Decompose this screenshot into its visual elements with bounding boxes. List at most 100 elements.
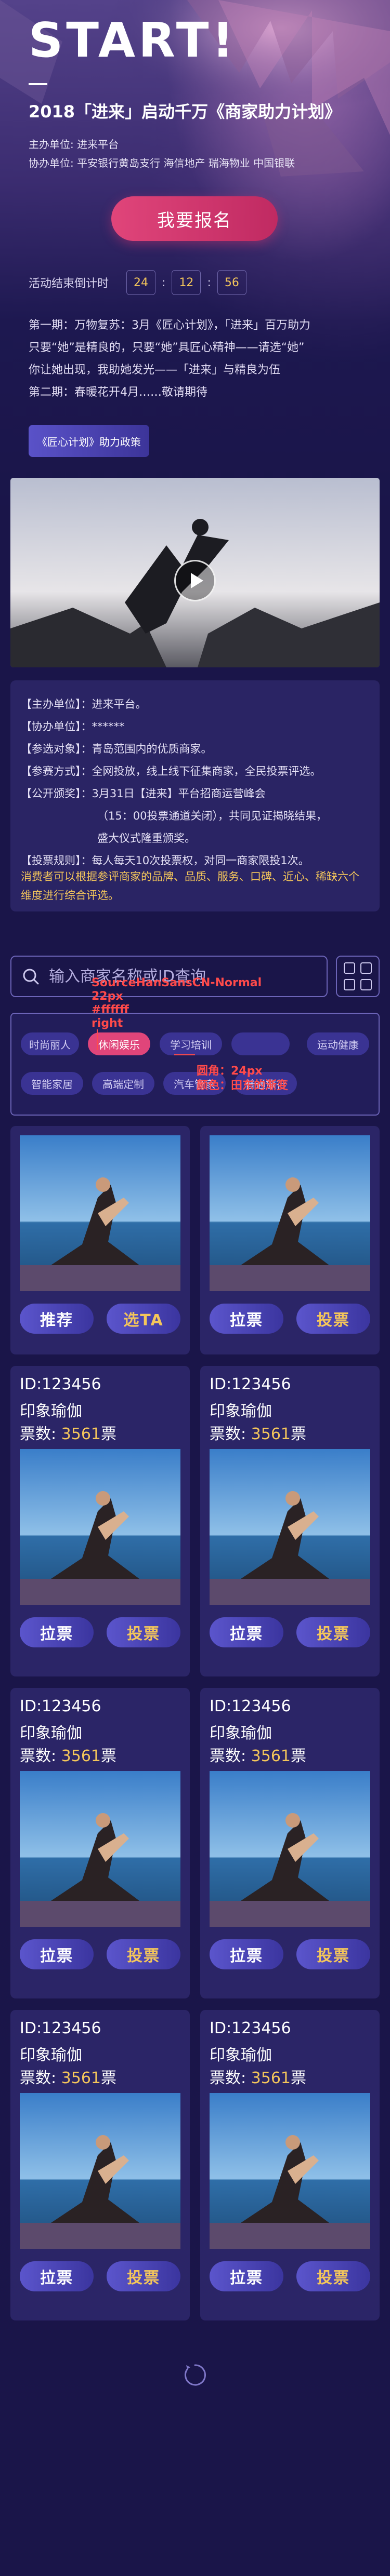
canvass-button[interactable]: 拉票: [210, 2261, 283, 2291]
canvass-button[interactable]: 推荐: [20, 1304, 94, 1334]
yoga-photo: [210, 1449, 370, 1605]
canvass-button[interactable]: 拉票: [210, 1939, 283, 1969]
contestant-name: 印象瑜伽: [210, 1402, 272, 1420]
contestant-photo[interactable]: [210, 1771, 370, 1927]
tag-item[interactable]: 学习培训: [160, 1032, 222, 1055]
yoga-photo: [20, 1771, 180, 1927]
contestant-id: ID:123456: [210, 2019, 291, 2037]
policy-button[interactable]: 《匠心计划》助力政策: [29, 425, 149, 457]
canvass-button[interactable]: 拉票: [20, 1939, 94, 1969]
contestant-photo[interactable]: [210, 1449, 370, 1605]
contestant-card: 拉票 投票: [200, 1126, 380, 1354]
intro-line: 第二期：春暖花开4月……敬请期待: [29, 386, 207, 399]
annotation-radius: 圆角：24px: [197, 1065, 263, 1078]
yoga-photo: [210, 1771, 370, 1927]
contestant-photo[interactable]: [210, 2093, 370, 2249]
countdown-separator: :: [207, 276, 211, 289]
annotation-pointer: [97, 1029, 98, 1050]
contestant-id: ID:123456: [210, 1697, 291, 1715]
contestant-votes: 票数: 3561票: [210, 2069, 307, 2087]
annotation-gradient: 颜色：田东的渐变: [197, 1079, 289, 1092]
annotation-font: SourceHanSansCN-Normal: [92, 976, 262, 989]
title-divider: [29, 83, 47, 85]
countdown-separator: :: [162, 276, 166, 289]
tag-item[interactable]: 时尚丽人: [21, 1032, 79, 1055]
yoga-photo: [20, 2093, 180, 2249]
contestant-card: ID:123456 印象瑜伽 票数: 3561票 拉票 投票: [200, 1688, 380, 1998]
countdown-label: 活动结束倒计时: [29, 277, 109, 290]
intro-line: 只要“她”是精良的，只要“她”具匠心精神——请选“她”: [29, 341, 305, 354]
vote-button[interactable]: 投票: [296, 2261, 370, 2291]
contestant-id: ID:123456: [20, 2019, 101, 2037]
grid-view-icon[interactable]: [336, 956, 380, 997]
rule-row: 【参赛方式】： 全网投放，线上线下征集商家，全民投票评选。: [21, 765, 321, 777]
countdown-minutes: 12: [172, 270, 201, 295]
rule-row: 盛大仪式隆重颁奖。: [97, 832, 196, 844]
vote-button[interactable]: 投票: [296, 1939, 370, 1969]
vote-button[interactable]: 选TA: [107, 1304, 180, 1334]
contestant-card: ID:123456 印象瑜伽 票数: 3561票 拉票 投票: [10, 1366, 190, 1676]
yoga-photo: [20, 1449, 180, 1605]
tag-item[interactable]: 高端定制: [92, 1072, 154, 1095]
hero-banner: START! 2018「进来」启动千万《商家助力计划》 主办单位: 进来平台 协…: [0, 0, 390, 519]
rule-row: 【公开颁奖】： 3月31日【进来】平台招商运营峰会: [21, 787, 266, 800]
intro-line: 第一期：万物复苏：3月《匠心计划》，「进来」百万助力: [29, 319, 310, 332]
rule-row: 【协办单位】： ******: [21, 720, 125, 733]
contestant-photo[interactable]: [20, 2093, 180, 2249]
annotation-pointer: [174, 1054, 195, 1055]
vote-button[interactable]: 投票: [107, 1939, 180, 1969]
contestant-photo[interactable]: [20, 1449, 180, 1605]
contestant-card: ID:123456 印象瑜伽 票数: 3561票 拉票 投票: [200, 2010, 380, 2320]
vote-button[interactable]: 投票: [296, 1304, 370, 1334]
canvass-button[interactable]: 拉票: [20, 1617, 94, 1647]
contestant-card: ID:123456 印象瑜伽 票数: 3561票 拉票 投票: [200, 1366, 380, 1676]
co-host-text: 协办单位: 平安银行黄岛支行 海信地产 瑞海物业 中国银联: [29, 157, 295, 169]
contestant-id: ID:123456: [20, 1375, 101, 1393]
canvass-button[interactable]: 拉票: [210, 1617, 283, 1647]
canvass-button[interactable]: 拉票: [20, 2261, 94, 2291]
vote-button[interactable]: 投票: [296, 1617, 370, 1647]
contestant-name: 印象瑜伽: [210, 1724, 272, 1742]
yoga-photo: [210, 2093, 370, 2249]
rule-row: 【主办单位】： 进来平台。: [21, 698, 147, 710]
annotation-size: 22px: [92, 990, 123, 1003]
rules-note: 消费者可以根据参评商家的品牌、品质、服务、口碑、近心、稀缺六个维度进行综合评选。: [21, 870, 359, 902]
contestant-name: 印象瑜伽: [20, 2046, 82, 2064]
tag-item[interactable]: 智能家居: [21, 1072, 83, 1095]
countdown: 活动结束倒计时 24 : 12 : 56: [29, 270, 253, 295]
tag-item[interactable]: [231, 1032, 290, 1055]
contestant-votes: 票数: 3561票: [20, 2069, 117, 2087]
vote-button[interactable]: 投票: [107, 2261, 180, 2291]
signup-button[interactable]: 我要报名: [111, 196, 278, 241]
rules-list: 【主办单位】： 进来平台。 【协办单位】： ****** 【参选对象】： 青岛范围内的…: [21, 693, 369, 872]
contestant-card: ID:123456 印象瑜伽 票数: 3561票 拉票 投票: [10, 2010, 190, 2320]
vote-button[interactable]: 投票: [107, 1617, 180, 1647]
start-logo: START!: [29, 12, 237, 68]
countdown-seconds: 56: [217, 270, 246, 295]
contestant-id: ID:123456: [210, 1375, 291, 1393]
contestant-photo[interactable]: [20, 1135, 180, 1291]
play-icon[interactable]: [174, 560, 216, 601]
contestant-name: 印象瑜伽: [20, 1724, 82, 1742]
contestant-votes: 票数: 3561票: [20, 1425, 117, 1443]
intro-line: 你让她出现，我助她发光——「进来」与精良为伍: [29, 364, 281, 377]
contestant-card: ID:123456 印象瑜伽 票数: 3561票 拉票 投票: [10, 1688, 190, 1998]
annotation-color: #ffffff: [92, 1003, 129, 1016]
contestant-name: 印象瑜伽: [20, 1402, 82, 1420]
contestant-id: ID:123456: [20, 1697, 101, 1715]
canvass-button[interactable]: 拉票: [210, 1304, 283, 1334]
rule-row: （15：00投票通道关闭），共同见证揭晓结果，: [97, 810, 327, 822]
page-title: 2018「进来」启动千万《商家助力计划》: [29, 102, 342, 122]
yoga-photo: [20, 1135, 180, 1291]
search-icon: [23, 969, 39, 985]
host-text: 主办单位: 进来平台: [29, 138, 119, 151]
loading-spinner-icon: [185, 2364, 206, 2386]
category-tags-panel: 时尚丽人 休闲娱乐 学习培训 运动健康 智能家居 高端定制 汽车管家 普通旅行: [10, 1013, 380, 1116]
countdown-hours: 24: [126, 270, 156, 295]
contestant-card: 推荐 选TA: [10, 1126, 190, 1354]
contestant-photo[interactable]: [210, 1135, 370, 1291]
tag-item[interactable]: 运动健康: [307, 1032, 369, 1055]
rule-row: 【参选对象】： 青岛范围内的优质商家。: [21, 743, 212, 755]
rules-card: 【主办单位】： 进来平台。 【协办单位】： ****** 【参选对象】： 青岛范围内的…: [10, 680, 380, 911]
contestant-photo[interactable]: [20, 1771, 180, 1927]
